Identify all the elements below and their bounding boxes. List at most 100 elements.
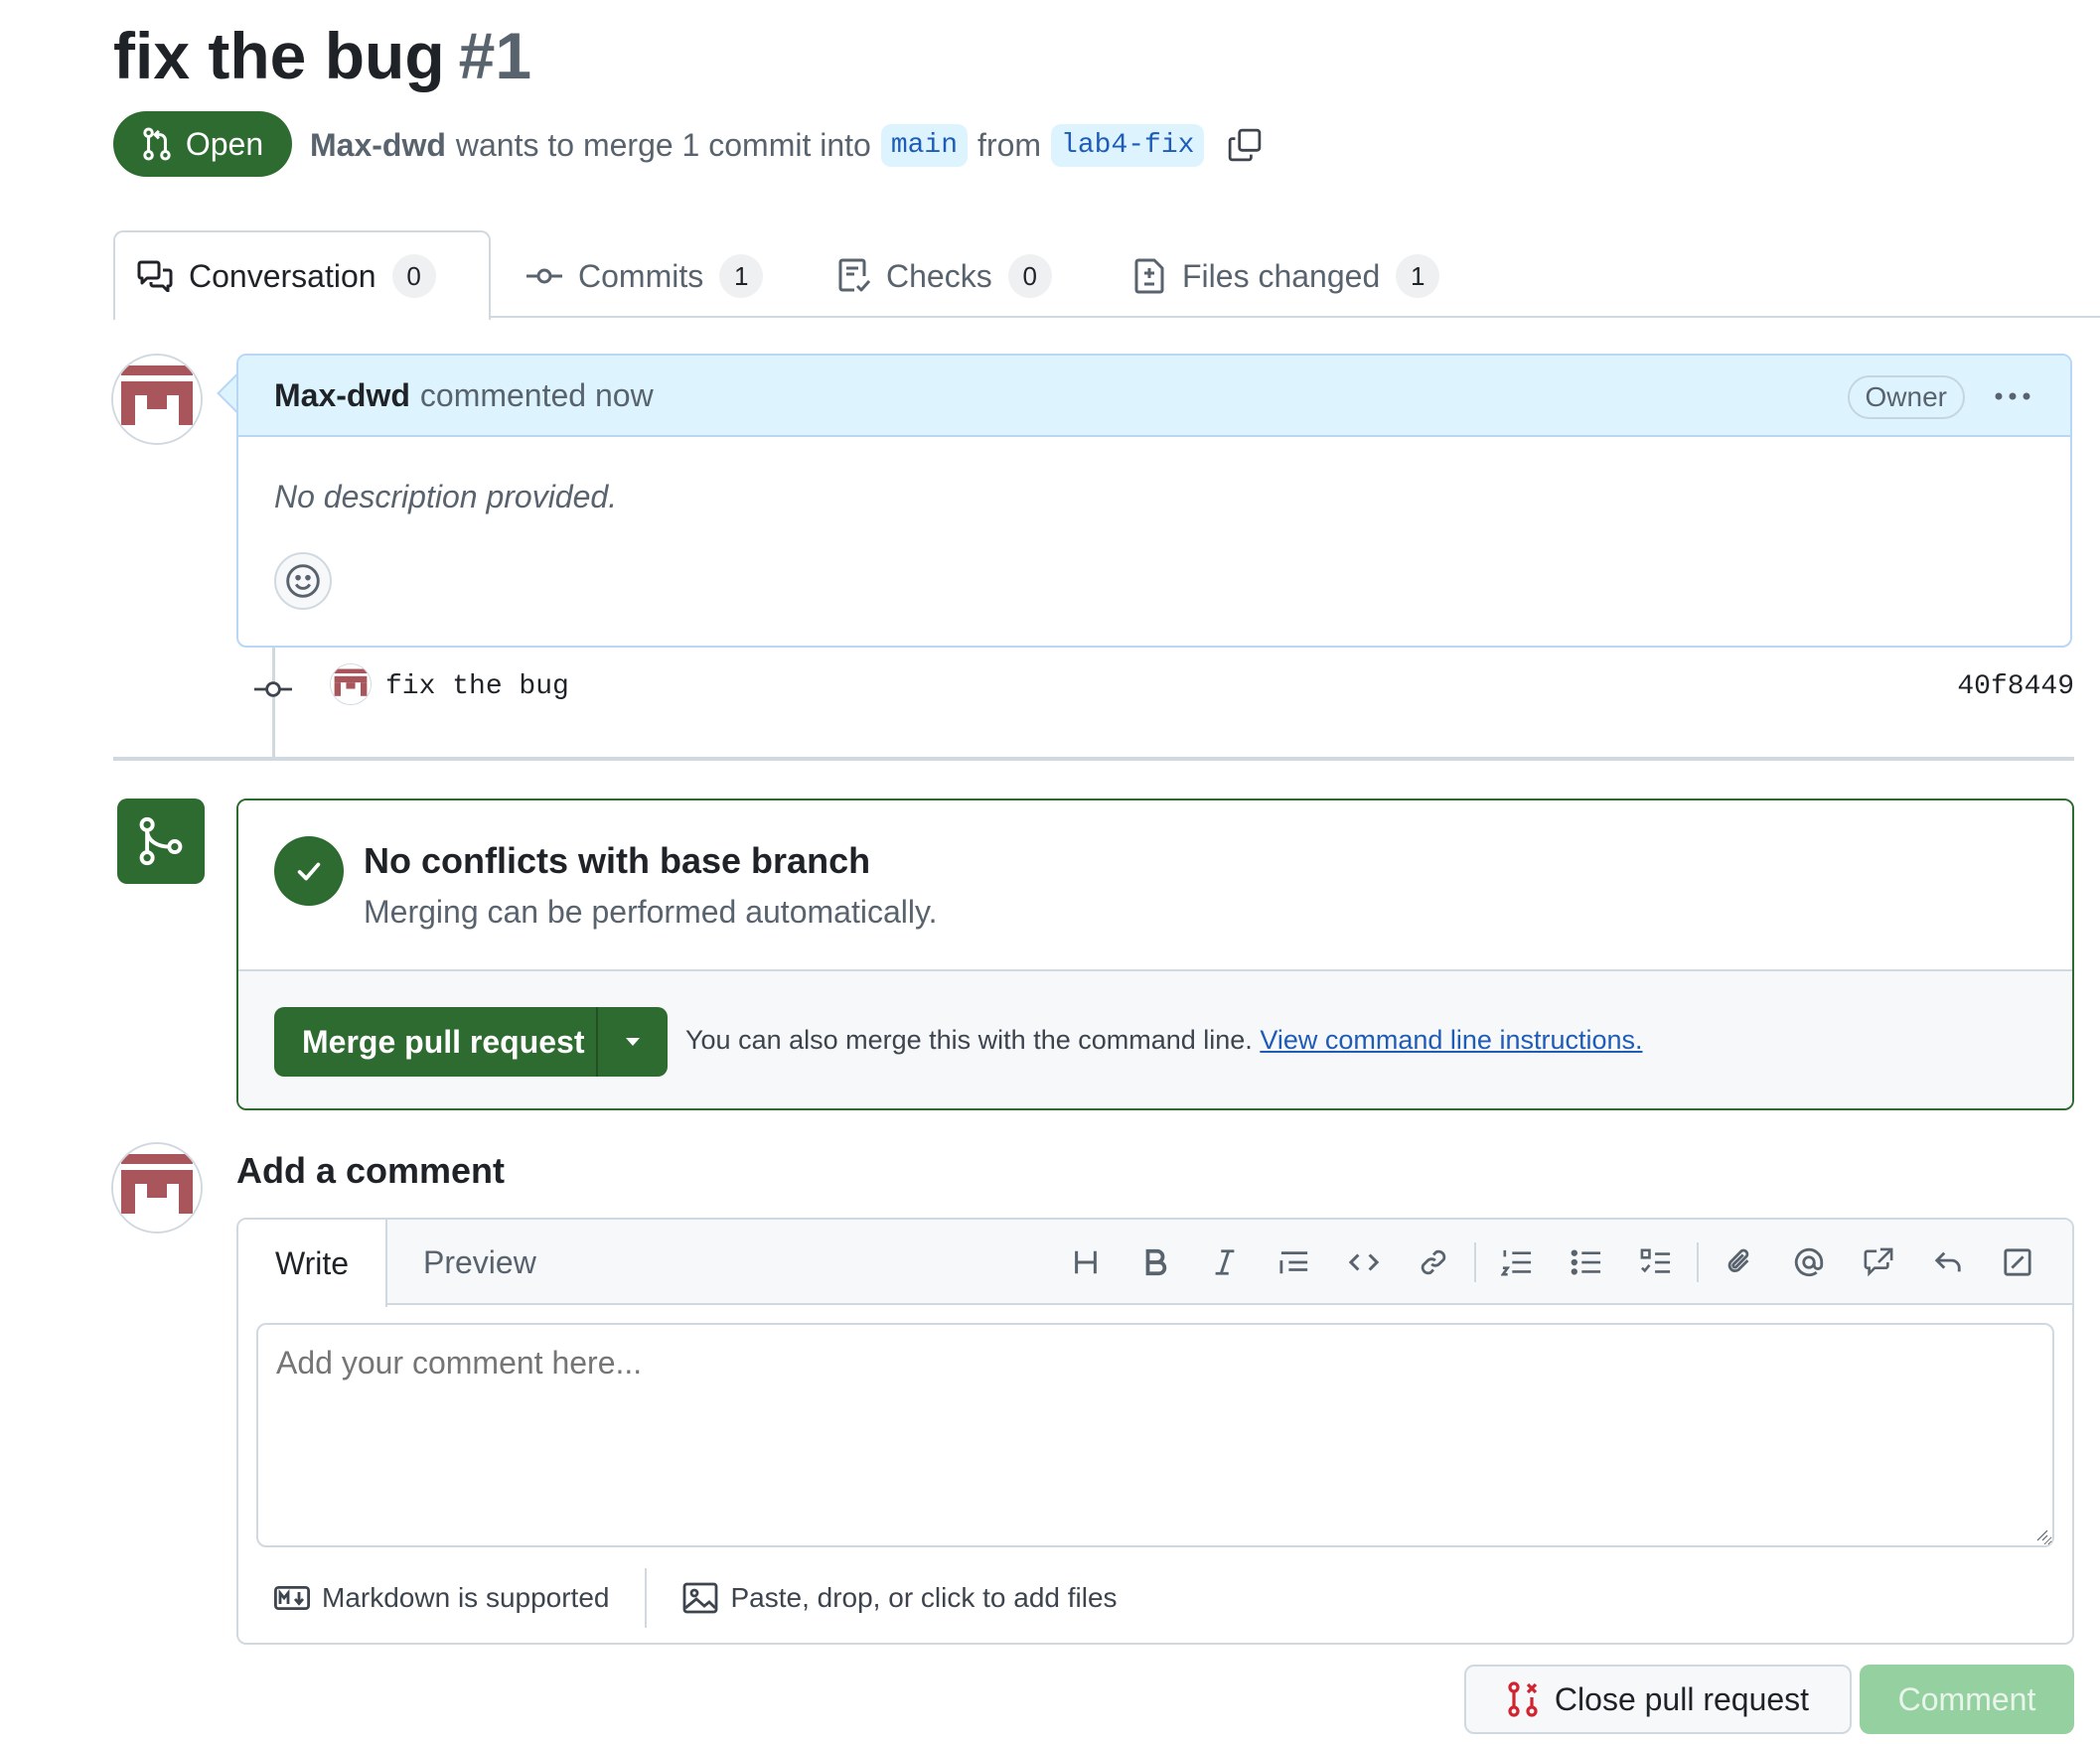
add-reaction-button[interactable] xyxy=(274,552,332,610)
pr-state-label: Open xyxy=(185,125,264,162)
tab-conversation-count: 0 xyxy=(391,254,436,298)
comment-action: commented now xyxy=(419,376,654,413)
mention-icon[interactable] xyxy=(1774,1228,1844,1297)
markdown-toolbar xyxy=(1051,1220,2052,1305)
tab-preview[interactable]: Preview xyxy=(423,1220,536,1305)
tab-files-changed[interactable]: Files changed 1 xyxy=(1134,248,1440,304)
commit-avatar[interactable] xyxy=(330,663,372,705)
identicon-icon xyxy=(113,356,201,443)
pr-title: fix the bug #1 xyxy=(113,14,531,97)
attach-files-button[interactable]: Paste, drop, or click to add files xyxy=(682,1582,1118,1614)
close-pull-request-label: Close pull request xyxy=(1554,1680,1810,1717)
merge-status-title: No conflicts with base branch xyxy=(364,840,871,881)
paperclip-icon[interactable] xyxy=(1705,1228,1774,1297)
merge-status-badge xyxy=(117,799,205,884)
timeline-commit: fix the bug 40f8449 xyxy=(238,661,2074,717)
git-pull-request-icon xyxy=(142,127,172,161)
pr-title-text: fix the bug xyxy=(113,19,445,92)
check-icon xyxy=(274,836,344,906)
comment-textarea[interactable] xyxy=(256,1323,2054,1547)
markdown-supported-label: Markdown is supported xyxy=(322,1582,610,1613)
italic-icon[interactable] xyxy=(1190,1228,1260,1297)
unordered-list-icon[interactable] xyxy=(1552,1228,1621,1297)
commit-message-link[interactable]: fix the bug xyxy=(385,671,569,702)
tasklist-icon[interactable] xyxy=(1621,1228,1691,1297)
copy-icon[interactable] xyxy=(1228,128,1262,162)
merge-status-subtitle: Merging can be performed automatically. xyxy=(364,894,938,930)
identicon-icon xyxy=(113,1144,201,1232)
merge-status-section: No conflicts with base branch Merging ca… xyxy=(238,800,2072,971)
comment-submit-button[interactable]: Comment xyxy=(1860,1665,2074,1734)
markdown-icon xyxy=(274,1586,310,1610)
avatar[interactable] xyxy=(111,354,203,445)
checklist-icon xyxy=(838,258,870,294)
smiley-icon xyxy=(286,564,320,598)
tab-checks-count: 0 xyxy=(1007,254,1052,298)
timeline-break xyxy=(113,757,2074,761)
merge-hint-text: You can also merge this with the command… xyxy=(685,1025,1253,1055)
comment-card: Max-dwd commented now Owner No descripti… xyxy=(236,354,2072,648)
file-diff-icon xyxy=(1134,258,1166,294)
tab-commits-label: Commits xyxy=(578,257,704,294)
quote-icon[interactable] xyxy=(1260,1228,1329,1297)
merge-pull-request-button[interactable]: Merge pull request xyxy=(274,1024,596,1061)
pr-state-badge: Open xyxy=(113,111,292,177)
commit-sha-link[interactable]: 40f8449 xyxy=(1957,671,2074,702)
reply-icon[interactable] xyxy=(1913,1228,1983,1297)
owner-badge: Owner xyxy=(1847,375,1965,419)
tab-files-changed-count: 1 xyxy=(1396,254,1440,298)
pr-merge-text: wants to merge 1 commit into xyxy=(455,126,871,163)
editor-header: Write Preview xyxy=(238,1220,2072,1307)
kebab-horizontal-icon[interactable] xyxy=(1993,379,2032,413)
cross-reference-icon[interactable] xyxy=(1844,1228,1913,1297)
comment-body: No description provided. xyxy=(274,479,618,514)
markdown-supported-link[interactable]: Markdown is supported xyxy=(274,1582,609,1614)
tab-conversation[interactable]: Conversation 0 xyxy=(137,248,436,304)
identicon-icon xyxy=(331,664,371,704)
tab-checks[interactable]: Checks 0 xyxy=(838,248,1052,304)
tab-write[interactable]: Write xyxy=(238,1220,387,1307)
tab-commits-count: 1 xyxy=(719,254,764,298)
fullscreen-icon[interactable] xyxy=(1983,1228,2052,1297)
git-merge-icon xyxy=(139,816,183,866)
ordered-list-icon[interactable] xyxy=(1482,1228,1552,1297)
resize-handle-icon[interactable] xyxy=(2032,1526,2048,1541)
link-icon[interactable] xyxy=(1399,1228,1468,1297)
comment-header: Max-dwd commented now Owner xyxy=(238,356,2070,437)
git-pull-request-closed-icon xyxy=(1508,1681,1538,1717)
code-icon[interactable] xyxy=(1329,1228,1399,1297)
pr-number: #1 xyxy=(458,19,532,92)
head-branch[interactable]: lab4-fix xyxy=(1051,123,1205,167)
comment-author[interactable]: Max-dwd xyxy=(274,377,410,414)
merge-box: No conflicts with base branch Merging ca… xyxy=(236,799,2074,1110)
merge-hint: You can also merge this with the command… xyxy=(685,1025,1643,1056)
tab-conversation-label: Conversation xyxy=(189,257,376,294)
tab-checks-label: Checks xyxy=(886,257,992,294)
close-pull-request-button[interactable]: Close pull request xyxy=(1464,1665,1852,1734)
tab-files-changed-label: Files changed xyxy=(1182,257,1381,294)
editor-footer: Markdown is supported Paste, drop, or cl… xyxy=(238,1563,2072,1633)
toolbar-divider xyxy=(1474,1242,1476,1282)
toolbar-divider xyxy=(1697,1242,1699,1282)
bold-icon[interactable] xyxy=(1121,1228,1190,1297)
image-icon xyxy=(683,1582,718,1614)
pr-author-link[interactable]: Max-dwd xyxy=(310,127,446,164)
triangle-down-icon xyxy=(626,1038,640,1046)
add-comment-title: Add a comment xyxy=(236,1150,506,1191)
comment-editor: Write Preview Add your comment here... M… xyxy=(236,1218,2074,1645)
tab-commits[interactable]: Commits 1 xyxy=(526,248,764,304)
avatar[interactable] xyxy=(111,1142,203,1234)
command-line-instructions-link[interactable]: View command line instructions. xyxy=(1260,1025,1642,1055)
footer-divider xyxy=(645,1568,648,1628)
attach-files-label: Paste, drop, or click to add files xyxy=(730,1582,1118,1613)
base-branch[interactable]: main xyxy=(880,123,969,167)
git-commit-icon xyxy=(254,675,292,703)
merge-method-dropdown[interactable] xyxy=(598,1007,668,1077)
pr-from-text: from xyxy=(977,126,1042,163)
merge-button-group: Merge pull request xyxy=(274,1007,668,1077)
merge-actions-section: Merge pull request You can also merge th… xyxy=(238,971,2072,1108)
heading-icon[interactable] xyxy=(1051,1228,1121,1297)
comment-discussion-icon xyxy=(137,260,173,292)
git-commit-icon xyxy=(526,266,562,286)
pr-meta: Max-dwd wants to merge 1 commit into mai… xyxy=(310,117,1262,173)
